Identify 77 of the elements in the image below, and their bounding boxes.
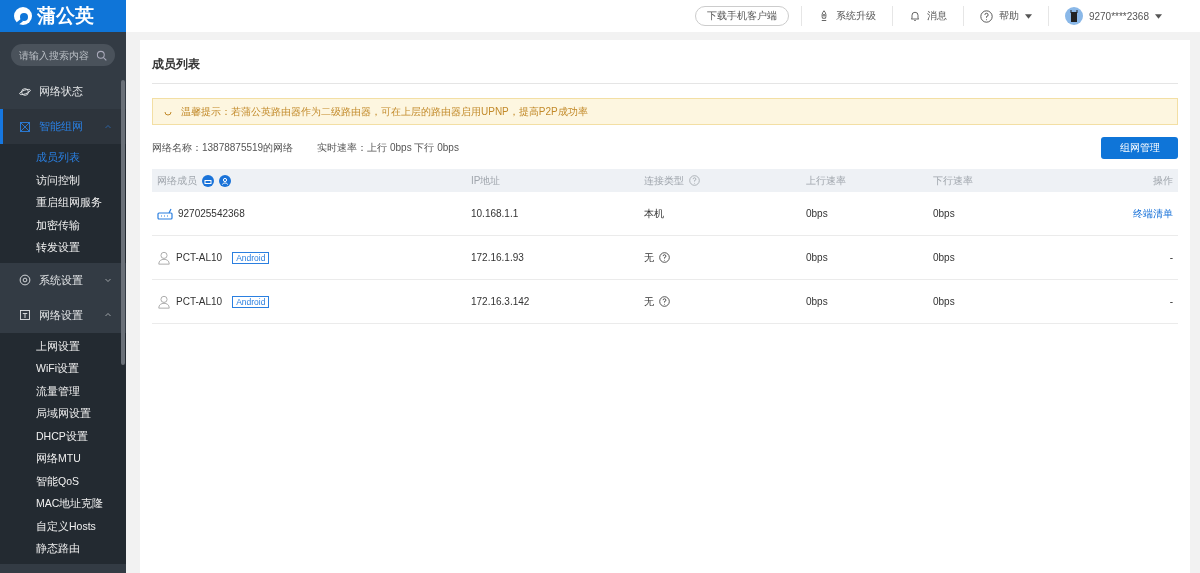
column-header: IP地址 [471, 173, 501, 188]
table-cell: 0bps [933, 208, 955, 219]
sidebar-item[interactable]: 转发设置 [0, 237, 126, 260]
caret-icon [104, 122, 112, 131]
person-icon [157, 250, 171, 265]
logo-text: 蒲公英 [37, 4, 94, 28]
header-link[interactable]: 帮助 [962, 6, 1048, 26]
table-cell: 0bps [806, 252, 828, 263]
sidebar-item[interactable]: 自定义Hosts [0, 515, 126, 538]
column-header: 下行速率 [933, 173, 973, 188]
sidebar-item[interactable]: 局域网设置 [0, 403, 126, 426]
download-button[interactable]: 下载手机客户端 [694, 6, 789, 26]
sidebar-item[interactable]: 流量管理 [0, 380, 126, 403]
table-cell: - [1169, 296, 1173, 307]
table-cell: PCT-AL10 [176, 296, 223, 307]
help-icon [659, 252, 670, 263]
sidebar-group[interactable]: 系统设置 [0, 262, 126, 298]
os-tag: Android [232, 295, 270, 308]
header-link[interactable]: 消息 [891, 6, 963, 26]
sidebar-item[interactable]: 上网设置 [0, 335, 126, 358]
search-icon [96, 49, 107, 61]
network-icon [19, 120, 31, 133]
table-cell: 10.168.1.1 [471, 208, 519, 219]
planet-icon [19, 85, 31, 98]
table-cell: 0bps [806, 208, 828, 219]
os-tag: Android [232, 251, 270, 264]
column-header: 网络成员 [157, 173, 197, 188]
sidebar-item[interactable]: 静态路由 [0, 538, 126, 561]
terminal-list-link[interactable]: 终端清单 [1133, 206, 1173, 221]
sidebar-item[interactable]: 重启组网服务 [0, 192, 126, 215]
logo-icon [13, 6, 33, 26]
sidebar-item[interactable]: WiFi设置 [0, 358, 126, 381]
help-icon [979, 9, 993, 23]
caret-icon [1155, 13, 1162, 19]
bell-icon [908, 10, 921, 22]
router-icon [157, 207, 173, 220]
table-cell: 本机 [644, 206, 664, 221]
sidebar-item[interactable]: 网络MTU [0, 448, 126, 471]
sidebar-group[interactable]: 网络状态 [0, 74, 126, 109]
sidebar-item[interactable]: DHCP设置 [0, 425, 126, 448]
caret-icon [1024, 13, 1032, 19]
manage-button[interactable]: 组网管理 [1101, 137, 1178, 159]
sidebar-group[interactable]: 网络设置 [0, 297, 126, 333]
person-filter-icon[interactable] [219, 174, 231, 187]
user-menu[interactable]: 9270****2368 [1047, 6, 1178, 26]
document-icon [19, 309, 31, 321]
caret-icon [104, 276, 112, 284]
speed-text: 实时速率：上行 0bps 下行 0bps [317, 141, 459, 155]
router-filter-icon[interactable] [202, 174, 214, 187]
help-icon [689, 175, 700, 186]
table-cell: 927025542368 [178, 208, 245, 219]
table-cell: 无 [644, 294, 654, 309]
sidebar-item[interactable]: 成员列表 [0, 147, 126, 170]
avatar [1064, 7, 1083, 25]
sidebar-item[interactable]: 智能QoS [0, 470, 126, 493]
table-cell: 172.16.3.142 [471, 296, 530, 307]
caret-icon [104, 311, 112, 319]
help-icon [659, 296, 670, 307]
notice-text: 温馨提示：若蒲公英路由器作为二级路由器，可在上层的路由器启用UPNP，提高P2P成功率 [181, 104, 588, 119]
column-header: 连接类型 [644, 173, 684, 188]
page-title: 成员列表 [152, 52, 1178, 84]
person-icon [157, 294, 171, 309]
table-cell: 无 [644, 250, 654, 265]
table-cell: 0bps [933, 296, 955, 307]
sidebar-item[interactable]: MAC地址克隆 [0, 493, 126, 516]
sidebar-item[interactable]: 访问控制 [0, 169, 126, 192]
header-link[interactable]: 系统升级 [800, 6, 892, 26]
search-field[interactable]: 请输入搜索内容 [11, 44, 115, 66]
table-cell: - [1169, 252, 1173, 263]
table-cell: 0bps [806, 296, 828, 307]
table-cell: PCT-AL10 [176, 252, 223, 263]
sidebar-item[interactable]: 加密传输 [0, 214, 126, 237]
network-name: 网络名称：13878875519的网络 [152, 141, 294, 155]
table-cell: 0bps [933, 252, 955, 263]
column-header: 操作 [1153, 173, 1173, 188]
settings-icon [19, 274, 31, 286]
table-cell: 172.16.1.93 [471, 252, 524, 263]
